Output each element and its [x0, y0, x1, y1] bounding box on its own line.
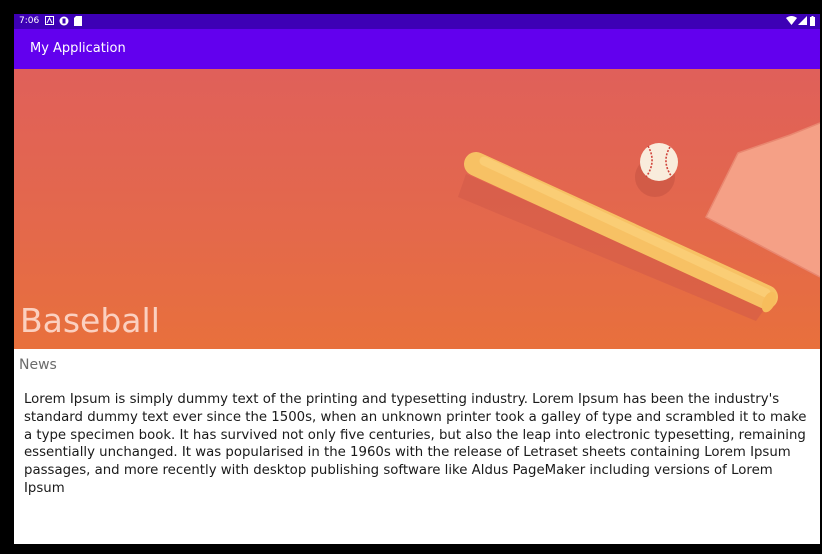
media-icon: [59, 16, 69, 26]
app-bar: My Application: [14, 29, 820, 69]
article-category: News: [19, 357, 57, 373]
wifi-icon: [786, 16, 797, 25]
baseball-icon: [635, 143, 678, 197]
article-body: Lorem Ipsum is simply dummy text of the …: [24, 392, 807, 496]
status-time: 7:06: [19, 16, 40, 26]
device-screen: 7:06 My Application Baseball News Lorem …: [14, 14, 820, 544]
home-plate-icon: [705, 122, 820, 278]
battery-icon: [810, 16, 815, 26]
hero-title: Baseball: [20, 301, 160, 340]
app-title: My Application: [30, 41, 126, 56]
status-bar: 7:06: [14, 14, 820, 29]
notification-icon: [45, 16, 54, 25]
sd-card-icon: [74, 16, 82, 26]
signal-icon: [798, 16, 807, 25]
hero-banner: Baseball: [14, 69, 820, 349]
